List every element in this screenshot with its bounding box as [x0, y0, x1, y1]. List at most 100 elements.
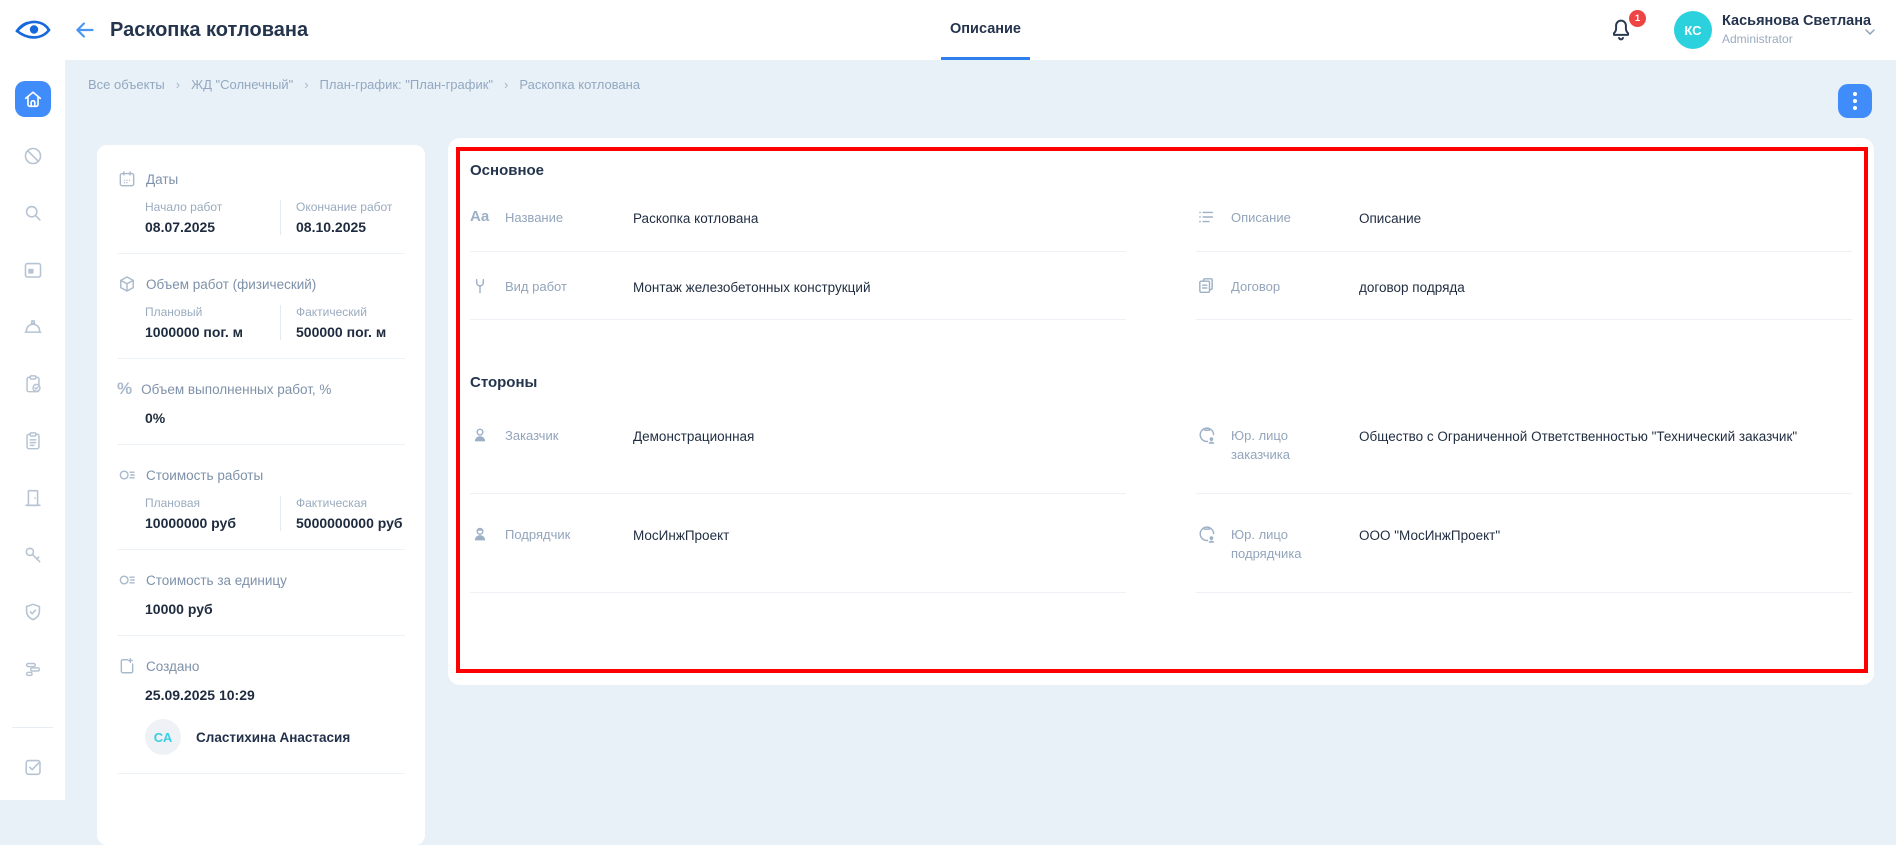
legal-entity-icon [1196, 524, 1222, 546]
more-actions-button[interactable] [1838, 84, 1872, 118]
list-icon [1196, 207, 1222, 227]
sidebar-item-journal[interactable] [0, 412, 65, 469]
sidebar-icon-rail [0, 60, 65, 800]
back-button[interactable] [72, 17, 98, 43]
price-icon [117, 570, 137, 590]
field-value: ООО "МосИнжПроект" [1359, 524, 1500, 546]
field-value: Демонстрационная [633, 425, 754, 447]
stat-title: Объем работ (физический) [146, 277, 316, 292]
breadcrumb-item[interactable]: План-график: "План-график" [320, 77, 493, 92]
percent-icon: % [117, 379, 132, 399]
breadcrumb-separator: › [304, 77, 308, 92]
field-value: Раскопка котлована [633, 207, 758, 229]
breadcrumb-item[interactable]: Все объекты [88, 77, 165, 92]
creator-name: Сластихина Анастасия [196, 730, 350, 745]
key-icon [22, 544, 44, 566]
app-logo-eye-icon [14, 16, 52, 44]
home-icon [15, 81, 51, 117]
tab-description[interactable]: Описание [941, 0, 1030, 60]
field-value: договор подряда [1359, 276, 1465, 298]
checkbox-icon [22, 756, 44, 778]
price-icon [117, 465, 137, 485]
field-customer-legal-entity: Юр. лицо заказчика Общество с Ограниченн… [1196, 395, 1852, 494]
field-name: Aa Название Раскопка котлована [470, 183, 1126, 252]
field-customer: Заказчик Демонстрационная [470, 395, 1126, 494]
work-stats-panel: Даты Начало работ 08.07.2025 Окончание р… [97, 145, 425, 845]
text-icon: Aa [470, 207, 496, 227]
field-work-type: Вид работ Монтаж железобетонных конструк… [470, 252, 1126, 321]
section-title-parties: Стороны [470, 374, 1852, 391]
field-value: Описание [1359, 207, 1421, 229]
field-contract: Договор договор подряда [1196, 252, 1852, 321]
calendar-icon [117, 169, 137, 189]
stat-label: Окончание работ [296, 200, 392, 214]
stat-label: Плановый [145, 305, 272, 319]
field-value: МосИнжПроект [633, 524, 729, 546]
person-icon [470, 425, 496, 445]
stat-block-physical-volume: Объем работ (физический) Плановый 100000… [117, 254, 405, 359]
notifications-bell-icon[interactable]: 1 [1607, 15, 1637, 45]
clipboard-check-icon [22, 373, 44, 395]
sidebar-item-keys[interactable] [0, 526, 65, 583]
user-avatar[interactable]: КС [1674, 11, 1712, 49]
sidebar-item-inspections[interactable] [0, 355, 65, 412]
sidebar-item-tasks[interactable] [0, 738, 65, 795]
gantt-icon [22, 658, 44, 680]
sidebar-item-gantt[interactable] [0, 640, 65, 697]
field-label: Описание [1231, 207, 1339, 228]
helmet-icon [22, 316, 44, 338]
sidebar-item-documents-panel[interactable] [0, 241, 65, 298]
stat-label: Фактическая [296, 496, 403, 510]
sidebar-item-safety[interactable] [0, 583, 65, 640]
field-label: Юр. лицо подрядчика [1231, 524, 1339, 564]
field-label: Название [505, 207, 613, 228]
field-contractor: Подрядчик МосИнжПроект [470, 494, 1126, 593]
sidebar-item-access[interactable] [0, 469, 65, 526]
stat-value: 10000000 руб [145, 515, 272, 531]
field-label: Вид работ [505, 276, 613, 297]
field-label: Юр. лицо заказчика [1231, 425, 1339, 465]
shield-check-icon [22, 601, 44, 623]
stat-value: 08.07.2025 [145, 219, 272, 235]
clipboard-list-icon [22, 430, 44, 452]
sidebar-item-home[interactable] [0, 70, 65, 127]
stat-title: Стоимость работы [146, 468, 263, 483]
field-label: Подрядчик [505, 524, 613, 545]
stat-value: 500000 пог. м [296, 324, 386, 340]
breadcrumb: Все объекты › ЖД "Солнечный" › План-граф… [88, 77, 640, 92]
stat-title: Стоимость за единицу [146, 573, 287, 588]
door-icon [22, 487, 44, 509]
stat-block-dates: Даты Начало работ 08.07.2025 Окончание р… [117, 149, 405, 254]
breadcrumb-item[interactable]: ЖД "Солнечный" [191, 77, 293, 92]
breadcrumb-separator: › [504, 77, 508, 92]
stat-title: Объем выполненных работ, % [141, 382, 331, 397]
sidebar-item-restrictions[interactable] [0, 127, 65, 184]
app-header: Раскопка котлована Описание 1 КС Касьяно… [0, 0, 1896, 60]
stat-title: Создано [146, 659, 199, 674]
user-name: Касьянова Светлана [1722, 13, 1871, 29]
field-label: Заказчик [505, 425, 613, 446]
sidebar-item-construction[interactable] [0, 298, 65, 355]
stat-block-work-cost: Стоимость работы Плановая 10000000 руб Ф… [117, 445, 405, 550]
stat-value: 08.10.2025 [296, 219, 392, 235]
field-label: Договор [1231, 276, 1339, 297]
contract-icon [1196, 276, 1222, 296]
page-title: Раскопка котлована [110, 0, 308, 60]
panel-icon [22, 259, 44, 281]
wrench-icon [470, 276, 496, 296]
cube-icon [117, 274, 137, 294]
sidebar-item-search[interactable] [0, 184, 65, 241]
ban-icon [22, 145, 44, 167]
worker-icon [470, 524, 496, 544]
user-role: Administrator [1722, 32, 1793, 46]
field-contractor-legal-entity: Юр. лицо подрядчика ООО "МосИнжПроект" [1196, 494, 1852, 593]
stat-value: 10000 руб [145, 601, 405, 617]
created-datetime: 25.09.2025 10:29 [145, 687, 405, 703]
section-title-main: Основное [470, 162, 1852, 179]
stat-value: 0% [145, 410, 405, 426]
field-value: Общество с Ограниченной Ответственностью… [1359, 425, 1797, 447]
field-description: Описание Описание [1196, 183, 1852, 252]
user-menu-chevron-down-icon[interactable] [1862, 24, 1878, 40]
stat-block-created: Создано 25.09.2025 10:29 СА Сластихина А… [117, 636, 405, 774]
file-plus-icon [117, 656, 137, 676]
